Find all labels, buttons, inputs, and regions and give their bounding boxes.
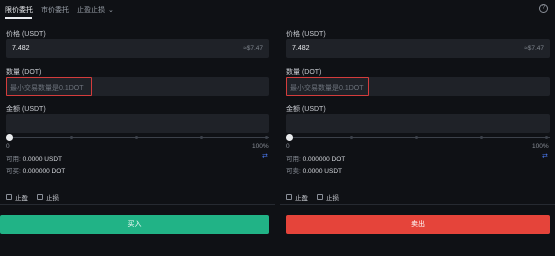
sell-can-sell-value: 0.0000 USDT [302, 168, 343, 175]
checkbox-icon [37, 194, 43, 200]
sell-price-usd-approx: ≈$7.47 [524, 45, 544, 52]
buy-available-label: 可用: [6, 156, 21, 163]
buy-can-buy: 可买: 0.000000 DOT [6, 165, 65, 175]
slider-tick-75[interactable] [200, 136, 203, 139]
sell-button[interactable]: 卖出 [286, 215, 550, 234]
slider-tick-100[interactable] [545, 136, 548, 139]
order-type-tabs: 限价委托 市价委托 止盈止损 ⌄ ? [0, 0, 555, 20]
buy-can-buy-value: 0.000000 DOT [22, 168, 66, 175]
buy-price-usd-approx: ≈$7.47 [243, 45, 263, 52]
swap-icon[interactable]: ⇄ [542, 152, 548, 160]
buy-can-buy-label: 可买: [6, 168, 21, 175]
sell-available: 可用: 0.000000 DOT [286, 153, 345, 163]
sell-slider-max: 100% [532, 143, 549, 150]
buy-percent-slider[interactable] [6, 132, 269, 144]
buy-quantity-label: 数量 (DOT) [6, 69, 42, 76]
sell-price-input[interactable]: 7.482 ≈$7.47 [286, 39, 550, 58]
buy-price-label: 价格 (USDT) [6, 31, 46, 38]
buy-price-input[interactable]: 7.482 ≈$7.47 [6, 39, 269, 58]
sell-available-value: 0.000000 DOT [302, 156, 346, 163]
slider-tick-50[interactable] [135, 136, 138, 139]
chevron-down-icon: ⌄ [108, 7, 114, 14]
slider-tick-50[interactable] [415, 136, 418, 139]
sell-can-sell-label: 可卖: [286, 168, 301, 175]
buy-slider-min: 0 [6, 143, 10, 150]
sell-amount-label: 金额 (USDT) [286, 106, 326, 113]
tab-tp-sl[interactable]: 止盈止损 ⌄ [77, 5, 114, 15]
buy-stop-loss-label: 止损 [46, 195, 59, 202]
buy-quantity-highlight [6, 77, 92, 96]
slider-track [286, 137, 550, 138]
buy-available: 可用: 0.0000 USDT [6, 153, 62, 163]
sell-can-sell: 可卖: 0.0000 USDT [286, 165, 342, 175]
buy-amount-label: 金额 (USDT) [6, 106, 46, 113]
checkbox-icon [317, 194, 323, 200]
checkbox-icon [6, 194, 12, 200]
tab-limit-order[interactable]: 限价委托 [5, 5, 33, 15]
buy-button[interactable]: 买入 [0, 215, 269, 234]
checkbox-icon [286, 194, 292, 200]
tab-tp-sl-label: 止盈止损 [77, 7, 105, 14]
buy-take-profit-label: 止盈 [15, 195, 28, 202]
swap-icon[interactable]: ⇄ [262, 152, 268, 160]
sell-price-label: 价格 (USDT) [286, 31, 326, 38]
sell-amount-input[interactable] [286, 114, 550, 133]
buy-amount-input[interactable] [6, 114, 269, 133]
slider-tick-100[interactable] [265, 136, 268, 139]
sell-divider [280, 204, 555, 205]
slider-tick-75[interactable] [480, 136, 483, 139]
help-icon[interactable]: ? [539, 4, 548, 13]
slider-tick-25[interactable] [350, 136, 353, 139]
slider-knob[interactable] [6, 134, 13, 141]
buy-available-value: 0.0000 USDT [22, 156, 63, 163]
active-tab-indicator [5, 17, 32, 19]
buy-slider-max: 100% [252, 143, 269, 150]
buy-divider [0, 204, 275, 205]
buy-price-value: 7.482 [12, 45, 30, 52]
sell-available-label: 可用: [286, 156, 301, 163]
sell-quantity-highlight [286, 77, 369, 96]
buy-stop-loss-checkbox[interactable]: 止损 [37, 192, 59, 202]
slider-tick-25[interactable] [70, 136, 73, 139]
slider-knob[interactable] [286, 134, 293, 141]
tab-market-order[interactable]: 市价委托 [41, 5, 69, 15]
sell-stop-loss-label: 止损 [326, 195, 339, 202]
sell-take-profit-label: 止盈 [295, 195, 308, 202]
sell-price-value: 7.482 [292, 45, 310, 52]
sell-percent-slider[interactable] [286, 132, 550, 144]
sell-quantity-label: 数量 (DOT) [286, 69, 322, 76]
sell-stop-loss-checkbox[interactable]: 止损 [317, 192, 339, 202]
sell-slider-min: 0 [286, 143, 290, 150]
sell-take-profit-checkbox[interactable]: 止盈 [286, 192, 308, 202]
buy-take-profit-checkbox[interactable]: 止盈 [6, 192, 28, 202]
